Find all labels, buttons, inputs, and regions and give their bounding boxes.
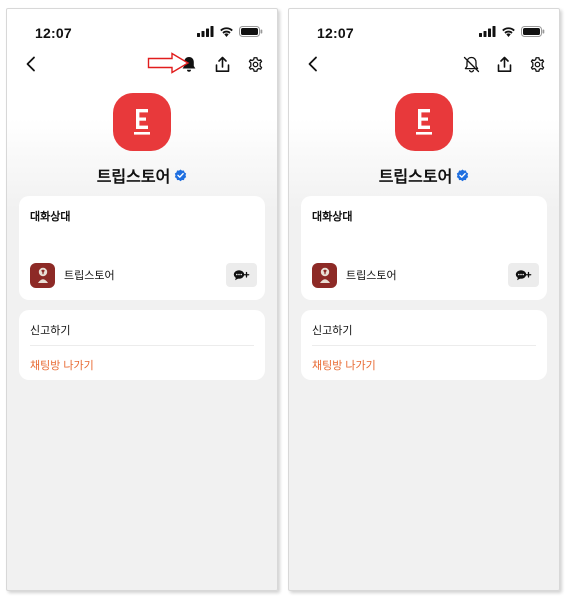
share-icon [215, 56, 229, 72]
status-time: 12:07 [317, 25, 354, 41]
participants-card: 대화상대 트립스토어 [19, 196, 265, 300]
divider [312, 345, 536, 346]
profile-header: 트립스토어 [7, 93, 277, 187]
leave-chat-button[interactable]: 채팅방 나가기 [30, 357, 94, 373]
screenshot-panel-right: 12:07 트립스토어 대화상대 트립스토어 신고하기 채팅방 나가기 [288, 8, 560, 591]
report-button[interactable]: 신고하기 [312, 322, 352, 338]
battery-icon [239, 26, 263, 37]
divider [30, 345, 254, 346]
signal-icon [479, 26, 496, 37]
leave-chat-button[interactable]: 채팅방 나가기 [312, 357, 376, 373]
battery-icon [521, 26, 545, 37]
status-bar: 12:07 [7, 9, 277, 53]
participants-title: 대화상대 [312, 211, 353, 223]
nav-bar [289, 49, 559, 79]
actions-card: 신고하기 채팅방 나가기 [19, 310, 265, 380]
avatar [30, 262, 55, 288]
nav-actions [459, 52, 549, 76]
member-row[interactable]: 트립스토어 [30, 262, 257, 288]
chevron-left-icon [26, 56, 35, 72]
member-row[interactable]: 트립스토어 [312, 262, 539, 288]
status-icons [197, 26, 263, 37]
notification-toggle-button[interactable] [459, 52, 483, 76]
bell-off-icon [463, 56, 479, 73]
verified-badge-icon [175, 168, 187, 181]
avatar-figure-icon [37, 267, 48, 283]
profile-name: 트립스토어 [96, 169, 171, 186]
member-name: 트립스토어 [64, 270, 115, 282]
signal-icon [197, 26, 214, 37]
share-icon [497, 56, 511, 72]
verified-badge-icon [457, 168, 469, 181]
annotation-arrow-icon [147, 52, 190, 74]
gear-icon [530, 56, 544, 72]
avatar-figure-icon [319, 267, 330, 283]
profile-name-row: 트립스토어 [289, 163, 559, 187]
back-button[interactable] [301, 52, 325, 76]
logo-letter-e [416, 109, 432, 135]
profile-name-row: 트립스토어 [7, 163, 277, 187]
brand-logo [395, 93, 453, 151]
chevron-left-icon [308, 56, 317, 72]
share-button[interactable] [210, 52, 234, 76]
gear-icon [248, 56, 262, 72]
chat-plus-icon [233, 270, 249, 281]
settings-button[interactable] [243, 52, 267, 76]
share-button[interactable] [492, 52, 516, 76]
status-bar: 12:07 [289, 9, 559, 53]
chat-plus-icon [515, 270, 531, 281]
profile-name: 트립스토어 [378, 169, 453, 186]
nav-bar [7, 49, 277, 79]
report-button[interactable]: 신고하기 [30, 322, 70, 338]
settings-button[interactable] [525, 52, 549, 76]
start-chat-button[interactable] [226, 263, 257, 287]
start-chat-button[interactable] [508, 263, 539, 287]
wifi-icon [220, 27, 233, 37]
brand-logo [113, 93, 171, 151]
logo-letter-e [134, 109, 150, 135]
participants-title: 대화상대 [30, 211, 71, 223]
actions-card: 신고하기 채팅방 나가기 [301, 310, 547, 380]
participants-card: 대화상대 트립스토어 [301, 196, 547, 300]
nav-actions [177, 52, 267, 76]
back-button[interactable] [19, 52, 43, 76]
status-time: 12:07 [35, 25, 72, 41]
avatar [312, 262, 337, 288]
status-icons [479, 26, 545, 37]
member-name: 트립스토어 [346, 270, 397, 282]
screenshot-panel-left: 12:07 트립스토어 대화상대 트립스토어 신고하기 채팅방 나가기 [6, 8, 278, 591]
profile-header: 트립스토어 [289, 93, 559, 187]
wifi-icon [502, 27, 515, 37]
